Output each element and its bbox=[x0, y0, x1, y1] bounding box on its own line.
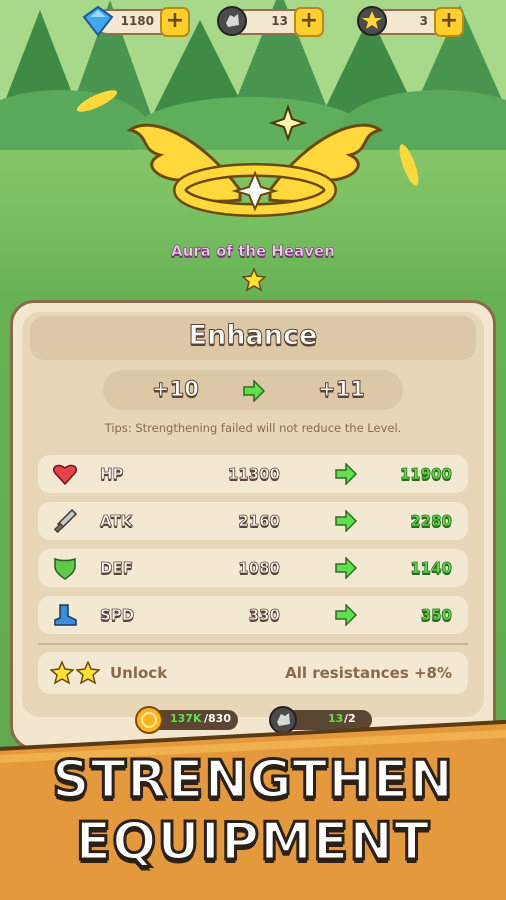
shield-icon bbox=[54, 557, 76, 580]
arrow-right-icon bbox=[335, 463, 358, 485]
stat-row-hp: HP 11300 11900 bbox=[38, 455, 468, 493]
boot-icon bbox=[54, 604, 77, 626]
next-level: +11 bbox=[318, 377, 366, 402]
add-stones-button[interactable]: + bbox=[294, 7, 324, 37]
heart-icon bbox=[53, 464, 77, 486]
add-gems-button[interactable]: + bbox=[160, 7, 190, 37]
arrow-right-icon bbox=[243, 380, 266, 402]
stat-row-def: DEF 1080 1140 bbox=[38, 549, 468, 587]
stat-row-spd: SPD 330 350 bbox=[38, 596, 468, 634]
arrow-right-icon bbox=[335, 510, 358, 532]
rarity-star-icon bbox=[242, 268, 266, 292]
tips-text: Tips: Strengthening failed will not redu… bbox=[104, 421, 402, 435]
banner-line-2: EQUIPMENT bbox=[74, 811, 431, 874]
star-coin-count: 3 bbox=[419, 14, 428, 28]
stat-row-atk: ATK 2160 2280 bbox=[38, 502, 468, 540]
unlock-row: Unlock All resistances +8% bbox=[38, 652, 468, 694]
promo-banner bbox=[0, 720, 506, 900]
feather-icon bbox=[76, 90, 118, 112]
gem-count: 1180 bbox=[120, 14, 154, 28]
resource-bar: 1180 + 13 + 3 + bbox=[0, 5, 506, 40]
arrow-right-icon bbox=[335, 604, 358, 626]
divider bbox=[38, 643, 468, 645]
star-icon bbox=[50, 661, 74, 685]
halo-wings-icon bbox=[126, 103, 384, 217]
stone-icon bbox=[217, 6, 247, 36]
current-level: +10 bbox=[152, 377, 200, 402]
feather-icon bbox=[399, 144, 419, 186]
add-star-coins-button[interactable]: + bbox=[434, 7, 464, 37]
sword-icon bbox=[53, 508, 78, 534]
stone-counter: 13 + bbox=[217, 6, 324, 37]
gem-counter: 1180 + bbox=[82, 5, 190, 37]
star-coin-icon bbox=[357, 6, 387, 36]
stone-count: 13 bbox=[271, 14, 288, 28]
star-coin-counter: 3 + bbox=[357, 6, 464, 37]
game-scene: 1180 + 13 + 3 + Aura of the Heaven Enhan… bbox=[0, 0, 506, 900]
star-icon bbox=[76, 661, 100, 685]
panel-title: Enhance bbox=[188, 320, 318, 352]
item-name: Aura of the Heaven bbox=[171, 242, 335, 261]
banner-line-1: STRENGTHEN bbox=[51, 749, 455, 812]
unlock-label: Unlock bbox=[110, 664, 168, 682]
gem-icon bbox=[82, 5, 114, 37]
unlock-effect: All resistances +8% bbox=[285, 664, 452, 682]
arrow-right-icon bbox=[335, 557, 358, 579]
